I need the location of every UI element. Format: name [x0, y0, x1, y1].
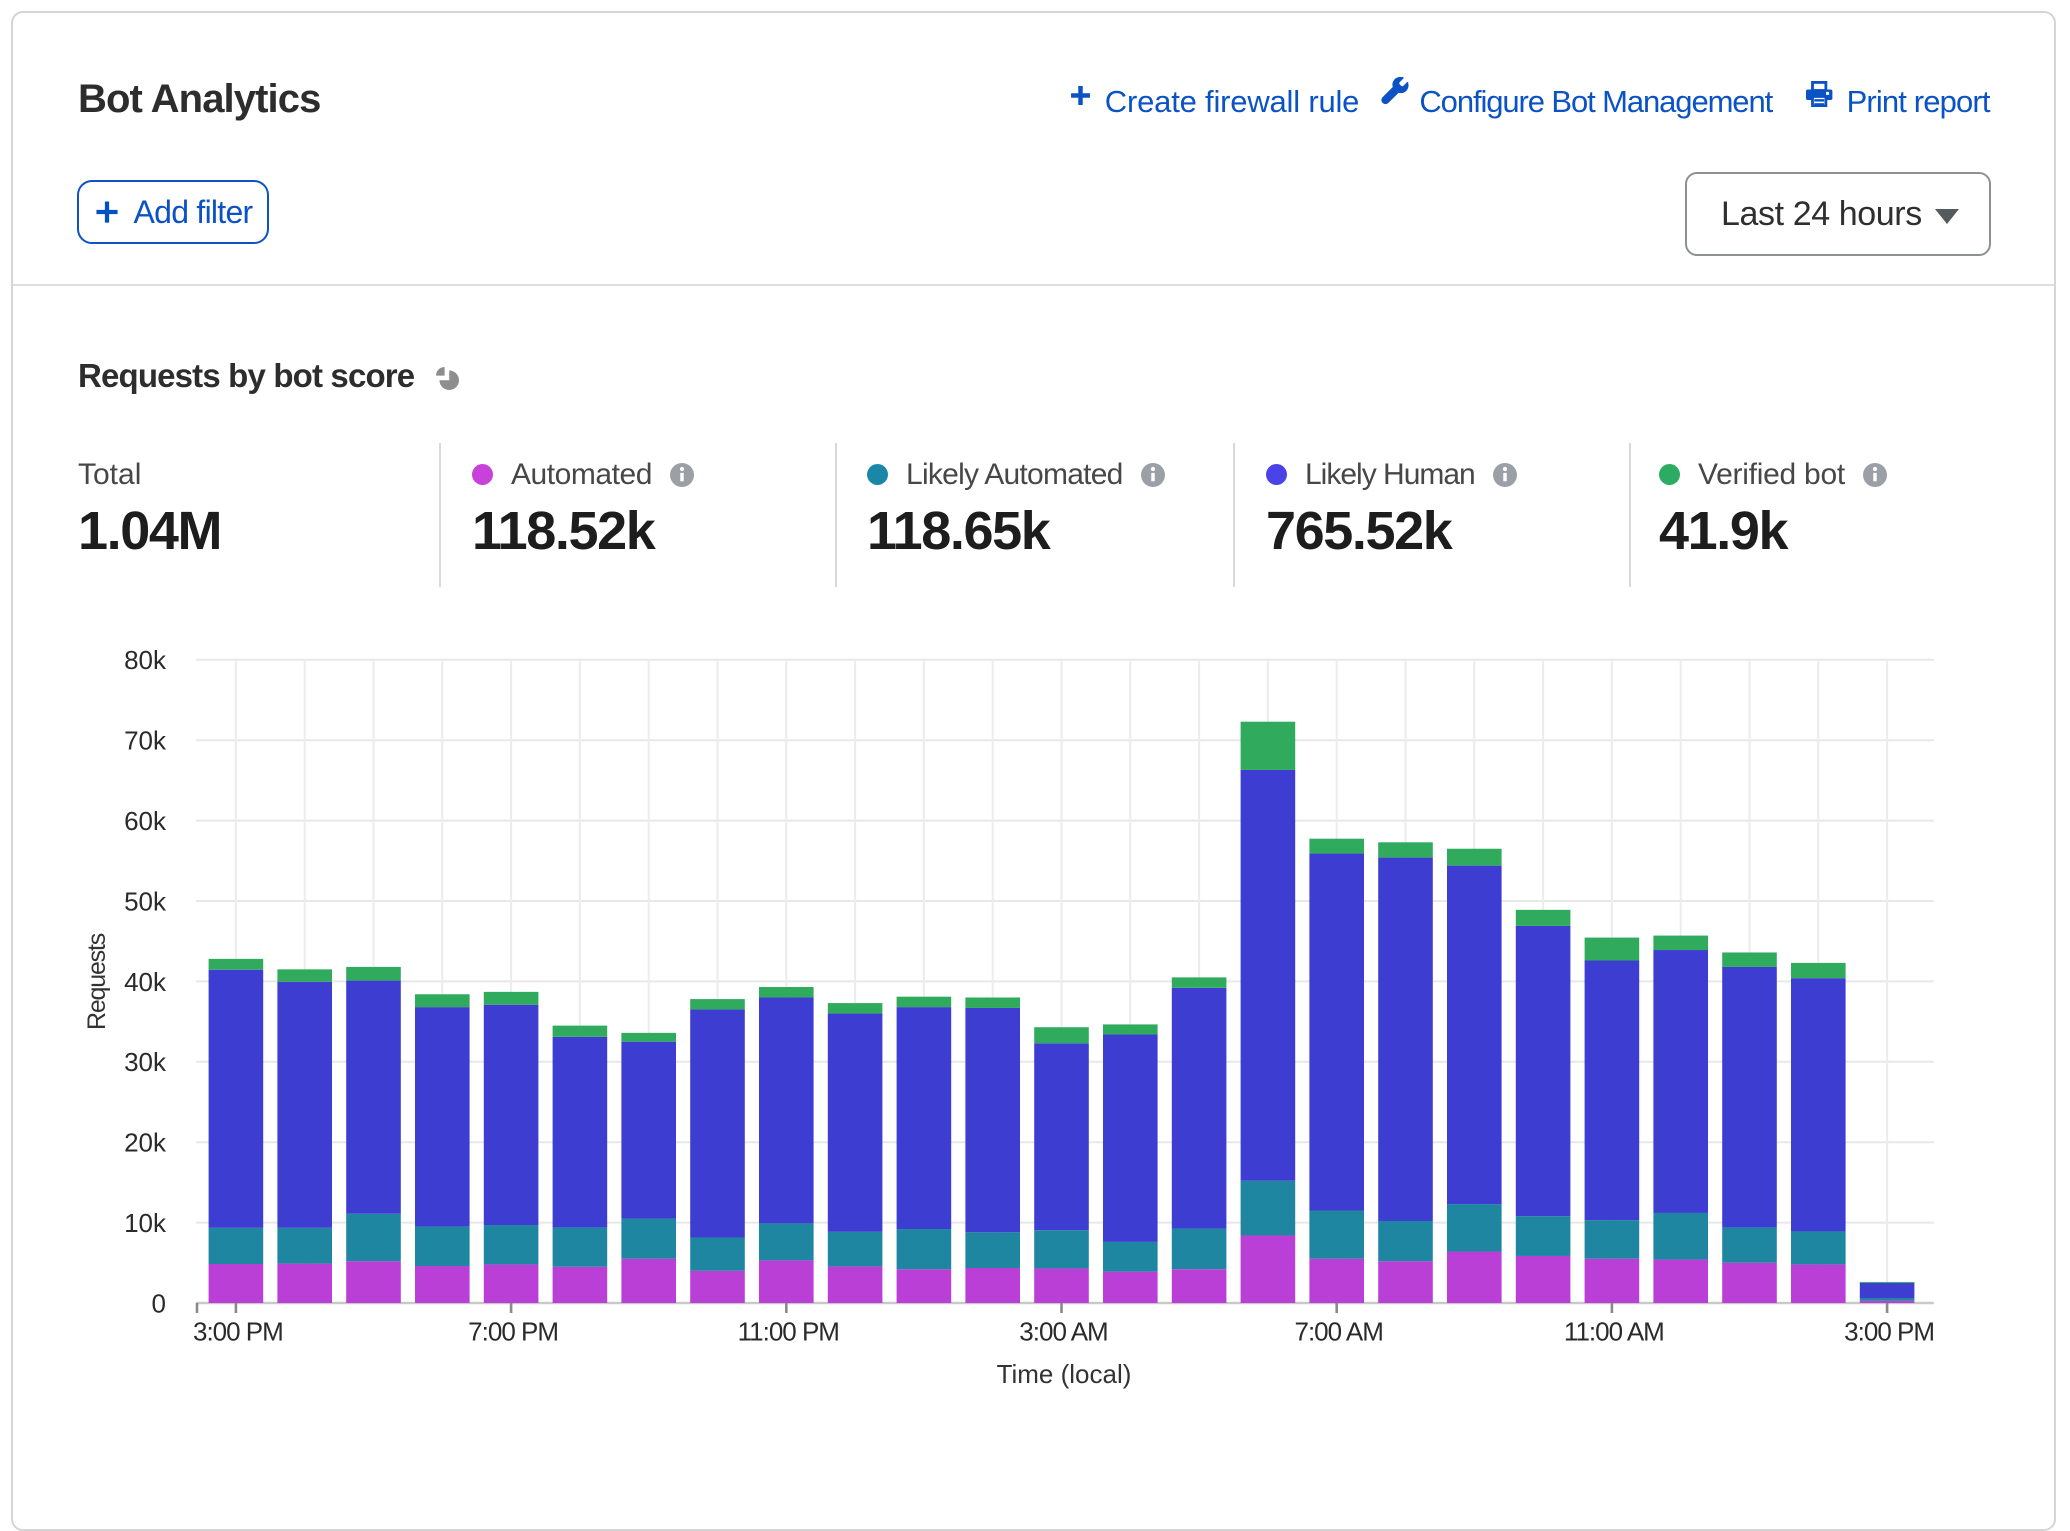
- svg-text:3:00 PM: 3:00 PM: [1844, 1316, 1934, 1346]
- svg-text:10k: 10k: [124, 1208, 167, 1238]
- svg-text:30k: 30k: [124, 1047, 167, 1077]
- svg-text:3:00 AM: 3:00 AM: [1019, 1316, 1107, 1346]
- svg-text:40k: 40k: [124, 967, 167, 997]
- svg-text:80k: 80k: [124, 645, 167, 675]
- svg-text:50k: 50k: [124, 886, 167, 916]
- svg-text:3:00 PM: 3:00 PM: [193, 1316, 283, 1346]
- svg-text:7:00 AM: 7:00 AM: [1294, 1316, 1382, 1346]
- svg-text:Requests: Requests: [83, 933, 111, 1030]
- svg-text:11:00 PM: 11:00 PM: [738, 1316, 839, 1346]
- svg-text:70k: 70k: [124, 726, 167, 756]
- svg-text:Time (local): Time (local): [997, 1359, 1132, 1389]
- svg-text:11:00 AM: 11:00 AM: [1564, 1316, 1664, 1346]
- svg-text:60k: 60k: [124, 806, 167, 836]
- svg-text:20k: 20k: [124, 1128, 167, 1158]
- svg-text:0: 0: [152, 1288, 166, 1318]
- svg-text:7:00 PM: 7:00 PM: [468, 1316, 558, 1346]
